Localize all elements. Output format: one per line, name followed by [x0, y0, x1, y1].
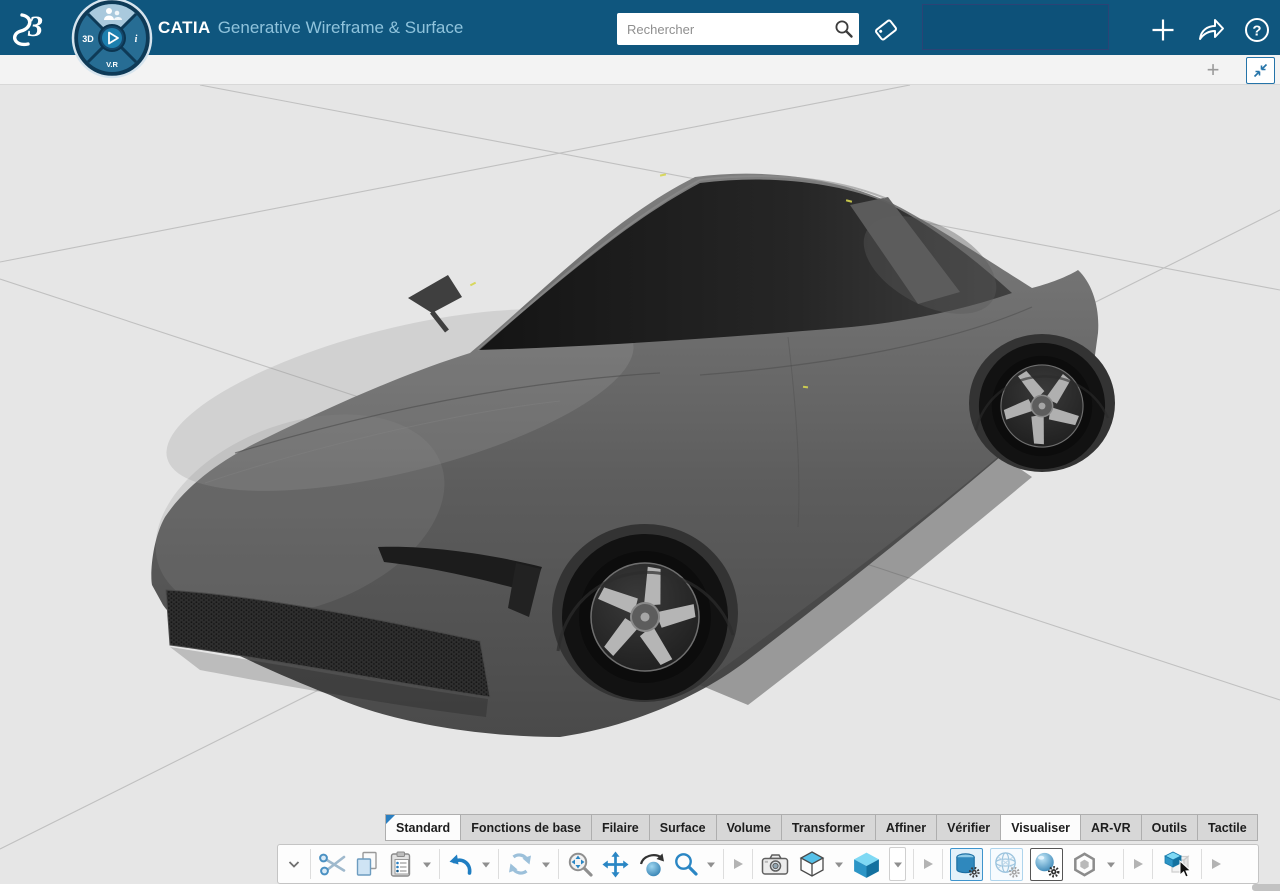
fit-all-in-icon[interactable]	[566, 850, 594, 878]
compass-vr-label[interactable]: V.R	[106, 60, 118, 69]
top-bar: 3 CATIA Generative Wireframe & Surface	[0, 0, 1280, 55]
tab-filaire[interactable]: Filaire	[591, 814, 650, 841]
view-cube-dropdown-button[interactable]	[889, 847, 906, 881]
more-view-commands-icon[interactable]	[731, 856, 745, 872]
toolbar-separator	[498, 849, 499, 879]
help-icon[interactable]: ?	[1240, 13, 1274, 47]
action-bar-tabs: Standard Fonctions de base Filaire Surfa…	[386, 814, 1258, 841]
secondary-bar	[0, 55, 1280, 85]
collapse-toolbar-icon[interactable]	[285, 855, 303, 873]
collapse-window-button[interactable]	[1246, 57, 1275, 84]
window-title: CATIA Generative Wireframe & Surface	[158, 0, 463, 55]
sectioning-icon[interactable]	[1070, 850, 1099, 879]
toolbar-separator	[310, 849, 311, 879]
app-name: CATIA	[158, 18, 211, 38]
tab-fonctions-de-base[interactable]: Fonctions de base	[460, 814, 592, 841]
toolbar-separator	[1123, 849, 1124, 879]
hide-show-box-icon[interactable]	[1160, 848, 1194, 880]
sectioning-dropdown-icon[interactable]	[1106, 860, 1116, 869]
iso-view-dropdown-icon[interactable]	[834, 860, 844, 869]
shading-with-material-button[interactable]	[950, 848, 983, 881]
more-section-commands-icon[interactable]	[1131, 856, 1145, 872]
copy-icon[interactable]	[353, 850, 380, 878]
rotate-icon[interactable]	[637, 851, 666, 878]
tab-tactile[interactable]: Tactile	[1197, 814, 1258, 841]
3d-viewport[interactable]	[0, 85, 1280, 891]
tab-affiner[interactable]: Affiner	[875, 814, 937, 841]
tab-volume[interactable]: Volume	[716, 814, 782, 841]
tab-ar-vr[interactable]: AR-VR	[1080, 814, 1142, 841]
realistic-rendering-button[interactable]	[1030, 848, 1063, 881]
update-icon[interactable]	[506, 850, 534, 878]
update-dropdown-icon[interactable]	[541, 860, 551, 869]
tag-icon[interactable]	[868, 13, 904, 47]
search-input[interactable]	[617, 22, 829, 37]
action-toolbar	[277, 844, 1259, 884]
car-3d-model[interactable]	[128, 173, 1131, 737]
share-icon[interactable]	[1194, 13, 1228, 47]
tab-verifier[interactable]: Vérifier	[936, 814, 1001, 841]
search-box	[617, 13, 859, 45]
more-commands-icon[interactable]	[1209, 856, 1223, 872]
cut-icon[interactable]	[318, 851, 346, 877]
tab-standard[interactable]: Standard	[385, 814, 461, 841]
add-tab-icon[interactable]: +	[1200, 57, 1226, 83]
paste-dropdown-icon[interactable]	[422, 860, 432, 869]
zoom-icon[interactable]	[673, 851, 699, 877]
undo-dropdown-icon[interactable]	[481, 860, 491, 869]
compass-i-label[interactable]: i	[135, 34, 138, 45]
search-icon[interactable]	[829, 14, 859, 44]
3dexperience-compass[interactable]: 3D i V.R	[70, 0, 154, 80]
workbench-name: Generative Wireframe & Surface	[218, 18, 464, 38]
more-render-commands-icon[interactable]	[921, 856, 935, 872]
capture-icon[interactable]	[760, 851, 790, 878]
pan-icon[interactable]	[601, 850, 630, 879]
horizontal-scrollbar-fragment[interactable]	[1252, 884, 1280, 891]
toolbar-separator	[913, 849, 914, 879]
tab-surface[interactable]: Surface	[649, 814, 717, 841]
compass-3d-label[interactable]: 3D	[82, 34, 94, 44]
add-content-icon[interactable]	[1146, 13, 1180, 47]
docked-panel-area	[922, 4, 1109, 50]
toolbar-separator	[752, 849, 753, 879]
dassault-3ds-logo[interactable]: 3	[6, 4, 62, 52]
help-glyph: ?	[1252, 23, 1261, 40]
wireframe-shading-button[interactable]	[990, 848, 1023, 881]
toolbar-separator	[558, 849, 559, 879]
tab-outils[interactable]: Outils	[1141, 814, 1198, 841]
bottom-strip	[0, 884, 1280, 891]
iso-view-icon[interactable]	[797, 849, 827, 879]
tab-transformer[interactable]: Transformer	[781, 814, 876, 841]
toolbar-separator	[942, 849, 943, 879]
tab-visualiser[interactable]: Visualiser	[1000, 814, 1081, 841]
zoom-dropdown-icon[interactable]	[706, 860, 716, 869]
toolbar-separator	[439, 849, 440, 879]
paste-icon[interactable]	[387, 850, 415, 878]
undo-icon[interactable]	[447, 852, 474, 876]
toolbar-separator	[1152, 849, 1153, 879]
toolbar-separator	[723, 849, 724, 879]
toolbar-separator	[1201, 849, 1202, 879]
view-cube-icon[interactable]	[851, 849, 882, 880]
